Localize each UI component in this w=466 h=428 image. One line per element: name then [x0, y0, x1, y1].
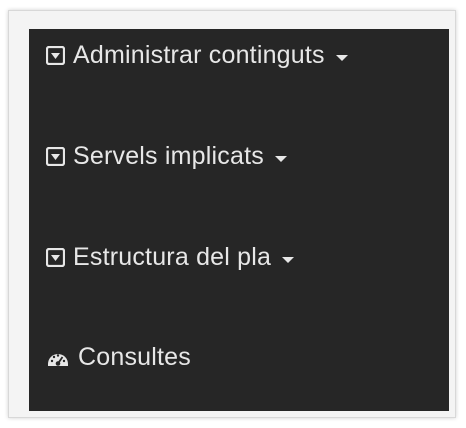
caret-square-down-icon	[46, 46, 65, 65]
dashboard-icon	[46, 346, 70, 370]
menu-item-consultes[interactable]: Consultes	[46, 343, 191, 372]
menu-item-servels-implicats[interactable]: Servels implicats	[46, 142, 287, 171]
sidebar-menu: Administrar continguts Servels implicats…	[29, 29, 449, 411]
caret-square-down-icon	[46, 248, 65, 267]
dropdown-caret-icon	[282, 256, 295, 263]
menu-item-label: Estructura del pla	[73, 243, 272, 271]
menu-item-administrar-continguts[interactable]: Administrar continguts	[46, 41, 348, 70]
menu-item-label: Consultes	[78, 343, 191, 371]
caret-square-down-icon	[46, 147, 65, 166]
menu-item-estructura-del-pla[interactable]: Estructura del pla	[46, 243, 295, 272]
dropdown-caret-icon	[274, 155, 287, 162]
menu-item-label: Servels implicats	[73, 142, 264, 170]
menu-item-label: Administrar continguts	[73, 41, 325, 69]
dropdown-caret-icon	[335, 54, 348, 61]
